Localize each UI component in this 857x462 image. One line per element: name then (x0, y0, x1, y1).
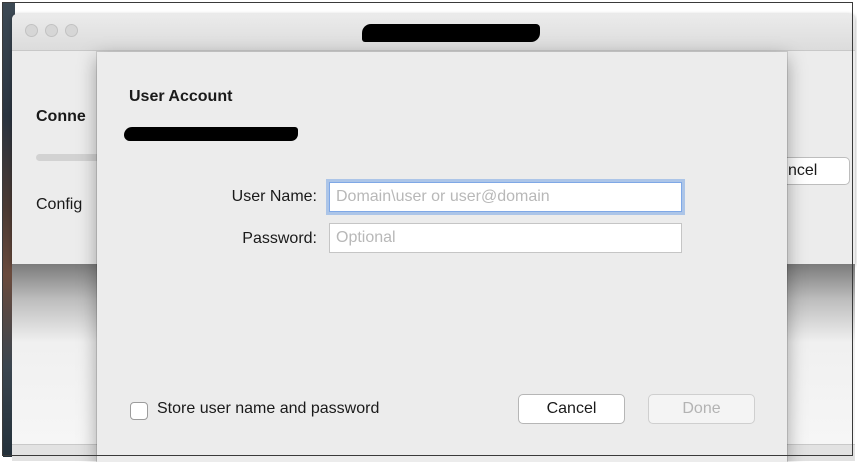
zoom-window-button[interactable] (65, 24, 78, 37)
redacted-window-title (362, 24, 540, 42)
window-titlebar (12, 14, 855, 51)
cancel-button[interactable]: Cancel (518, 394, 625, 424)
redacted-account-name (124, 127, 298, 141)
connecting-heading: Conne (36, 108, 86, 125)
username-input[interactable] (329, 182, 682, 212)
progress-bar (36, 154, 106, 161)
user-account-sheet: User Account User Name: Password: Store … (97, 52, 787, 462)
minimize-window-button[interactable] (45, 24, 58, 37)
password-input[interactable] (329, 223, 682, 253)
close-window-button[interactable] (25, 24, 38, 37)
username-label: User Name: (231, 188, 317, 205)
store-credentials-checkbox[interactable] (130, 402, 148, 420)
done-button[interactable]: Done (648, 394, 755, 424)
sheet-title: User Account (129, 88, 233, 105)
configuring-status: Config (36, 196, 83, 213)
background-cancel-button[interactable]: ncel (780, 157, 850, 185)
password-label: Password: (242, 230, 317, 247)
store-credentials-label[interactable]: Store user name and password (157, 400, 379, 418)
